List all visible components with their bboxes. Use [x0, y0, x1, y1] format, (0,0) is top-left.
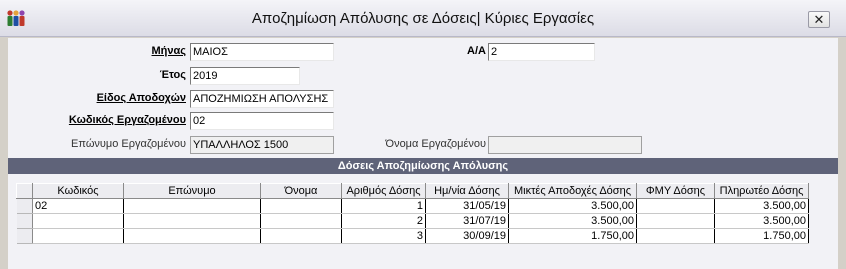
month-field[interactable]: ΜΑΙΟΣ [190, 43, 334, 61]
window-title: Αποζημίωση Απόλυσης σε Δόσεις| Κύριες Ερ… [251, 10, 595, 27]
cell-code[interactable] [32, 228, 124, 244]
cell-surname[interactable] [123, 198, 261, 214]
close-button[interactable]: ✕ [808, 11, 830, 28]
col-firstname[interactable]: Όνομα [260, 183, 342, 199]
aa-field[interactable]: 2 [488, 43, 595, 61]
employee-surname-label: Επώνυμο Εργαζομένου [71, 138, 186, 150]
col-installment-number[interactable]: Αριθμός Δόσης [341, 183, 426, 199]
aa-label: Α/Α [467, 45, 486, 57]
year-field[interactable]: 2019 [190, 67, 300, 85]
table-row[interactable]: 2 31/07/19 3.500,00 3.500,00 [16, 213, 809, 229]
installments-section-header: Δόσεις Αποζημίωσης Απόλυσης [8, 158, 838, 174]
cell-installment-date[interactable]: 31/07/19 [425, 213, 509, 229]
cell-surname[interactable] [123, 228, 261, 244]
title-bar: Αποζημίωση Απόλυσης σε Δόσεις| Κύριες Ερ… [0, 0, 846, 37]
cell-tax[interactable] [636, 213, 715, 229]
table-row[interactable]: 02 1 31/05/19 3.500,00 3.500,00 [16, 198, 809, 214]
cell-firstname[interactable] [260, 198, 342, 214]
col-code[interactable]: Κωδικός [32, 183, 124, 199]
cell-installment-date[interactable]: 30/09/19 [425, 228, 509, 244]
table-row[interactable]: 3 30/09/19 1.750,00 1.750,00 [16, 228, 809, 244]
cell-code[interactable]: 02 [32, 198, 124, 214]
row-indicator[interactable] [16, 228, 33, 244]
installments-grid[interactable]: Κωδικός Επώνυμο Όνομα Αριθμός Δόσης Ημ/ν… [16, 183, 809, 244]
cell-tax[interactable] [636, 198, 715, 214]
col-gross-earnings[interactable]: Μικτές Αποδοχές Δόσης [508, 183, 637, 199]
row-indicator[interactable] [16, 213, 33, 229]
cell-payable[interactable]: 3.500,00 [714, 198, 809, 214]
employee-code-label[interactable]: Κωδικός Εργαζομένου [69, 114, 186, 126]
cell-installment-number[interactable]: 1 [341, 198, 426, 214]
cell-payable[interactable]: 3.500,00 [714, 213, 809, 229]
col-installment-date[interactable]: Ημ/νία Δόσης [425, 183, 509, 199]
row-indicator-header [16, 183, 33, 199]
col-payable[interactable]: Πληρωτέο Δόσης [714, 183, 809, 199]
cell-firstname[interactable] [260, 213, 342, 229]
employee-code-field[interactable]: 02 [190, 112, 334, 130]
cell-gross-earnings[interactable]: 3.500,00 [508, 213, 637, 229]
cell-surname[interactable] [123, 213, 261, 229]
earning-type-field[interactable]: ΑΠΟΖΗΜΙΩΣΗ ΑΠΟΛΥΣΗΣ [190, 90, 334, 108]
employee-firstname-field [488, 136, 642, 154]
earning-type-label[interactable]: Είδος Αποδοχών [97, 92, 186, 104]
month-label: Μήνας [151, 45, 186, 57]
year-label: Έτος [159, 69, 186, 81]
cell-firstname[interactable] [260, 228, 342, 244]
row-indicator[interactable] [16, 198, 33, 214]
cell-installment-number[interactable]: 3 [341, 228, 426, 244]
col-tax[interactable]: ΦΜΥ Δόσης [636, 183, 715, 199]
cell-gross-earnings[interactable]: 1.750,00 [508, 228, 637, 244]
cell-tax[interactable] [636, 228, 715, 244]
cell-installment-number[interactable]: 2 [341, 213, 426, 229]
employee-surname-field: ΥΠΑΛΛΗΛΟΣ 1500 [190, 136, 334, 154]
col-surname[interactable]: Επώνυμο [123, 183, 261, 199]
cell-installment-date[interactable]: 31/05/19 [425, 198, 509, 214]
cell-payable[interactable]: 1.750,00 [714, 228, 809, 244]
grid-header-row: Κωδικός Επώνυμο Όνομα Αριθμός Δόσης Ημ/ν… [16, 183, 809, 199]
employee-firstname-label: Όνομα Εργαζομένου [385, 138, 486, 150]
cell-gross-earnings[interactable]: 3.500,00 [508, 198, 637, 214]
cell-code[interactable] [32, 213, 124, 229]
